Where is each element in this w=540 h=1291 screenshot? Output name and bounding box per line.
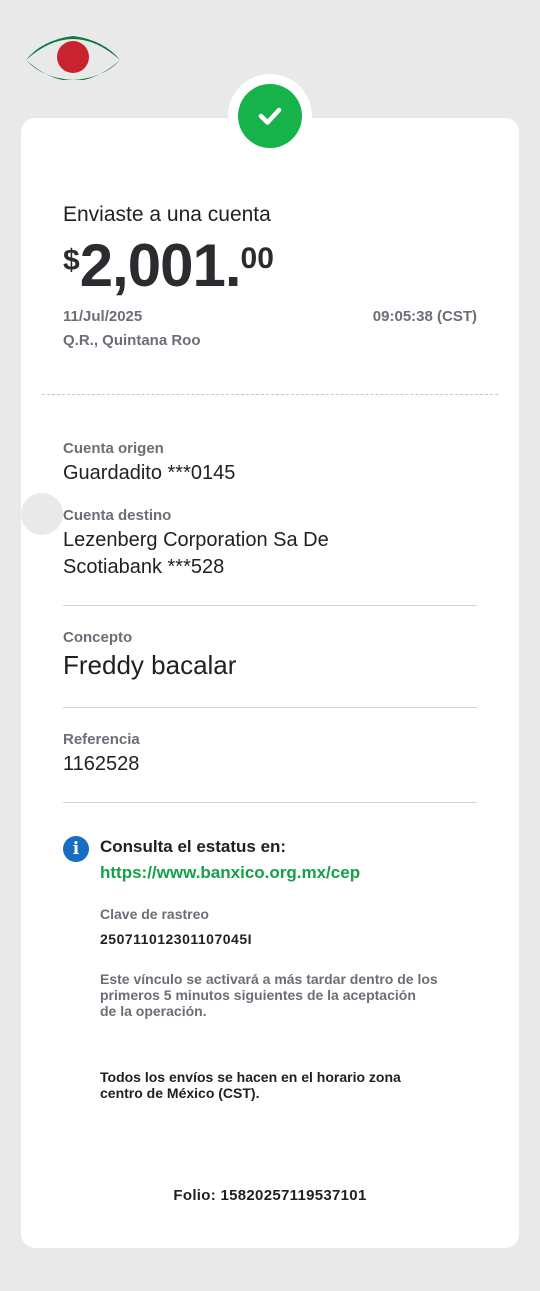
page-title: Enviaste a una cuenta	[63, 203, 271, 226]
divider	[63, 605, 477, 606]
origin-account-value: Guardadito ***0145	[63, 462, 236, 484]
ticket-notch-left	[21, 493, 63, 535]
info-icon: i	[63, 836, 89, 862]
transfer-time: 09:05:38 (CST)	[372, 308, 477, 325]
activation-note-line2: primeros 5 minutos siguientes de la acep…	[100, 987, 416, 1003]
bank-logo-icon	[26, 36, 120, 80]
destination-account-label: Cuenta destino	[63, 507, 172, 524]
destination-account-bank: Scotiabank ***528	[63, 556, 225, 578]
amount-cents: 00	[240, 242, 274, 275]
reference-value: 1162528	[63, 753, 140, 775]
activation-note-line1: Este vínculo se activará a más tardar de…	[100, 971, 438, 987]
transfer-location: Q.R., Quintana Roo	[63, 332, 201, 349]
success-indicator	[238, 84, 302, 148]
tracking-key-label: Clave de rastreo	[100, 906, 209, 922]
amount-main: 2,001.	[79, 232, 242, 299]
ticket-notch-right	[519, 493, 540, 535]
transfer-amount: $ 2,001. 00	[63, 232, 274, 300]
tracking-key-value: 250711012301107045I	[100, 931, 252, 947]
timezone-note-line1: Todos los envíos se hacen en el horario …	[100, 1069, 401, 1085]
banxico-cep-link[interactable]: https://www.banxico.org.mx/cep	[100, 863, 360, 883]
divider	[63, 802, 477, 803]
reference-label: Referencia	[63, 731, 140, 748]
destination-account-name: Lezenberg Corporation Sa De	[63, 529, 329, 551]
transfer-date: 11/Jul/2025	[63, 308, 143, 325]
timezone-note-line2: centro de México (CST).	[100, 1085, 260, 1101]
concept-value: Freddy bacalar	[63, 650, 237, 680]
activation-note-line3: de la operación.	[100, 1003, 207, 1019]
folio-number: Folio: 15820257119537101	[173, 1187, 367, 1204]
concept-label: Concepto	[63, 629, 133, 646]
origin-account-label: Cuenta origen	[63, 440, 164, 457]
currency-symbol: $	[63, 244, 80, 277]
status-info-title: Consulta el estatus en:	[100, 837, 287, 856]
status-badge	[228, 74, 312, 158]
ticket-separator	[42, 394, 498, 395]
check-icon	[258, 107, 282, 125]
divider	[63, 707, 477, 708]
